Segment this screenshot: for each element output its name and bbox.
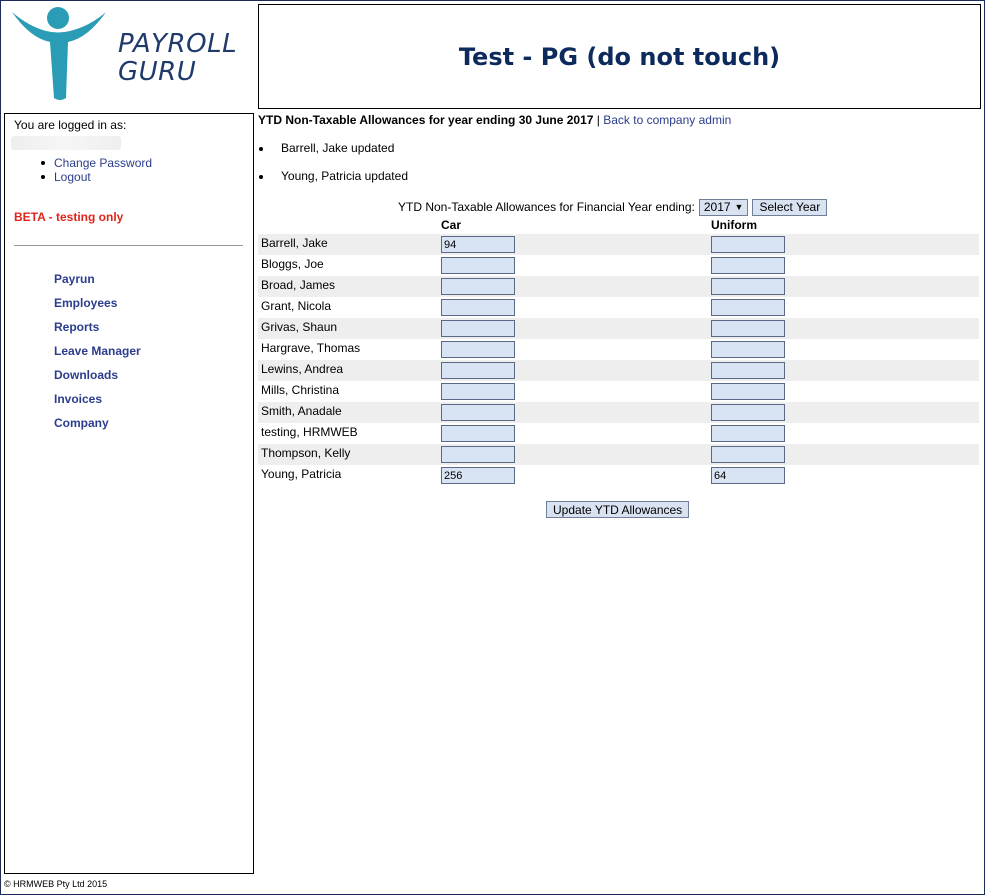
table-row: Lewins, Andrea — [258, 360, 979, 381]
car-input[interactable] — [441, 257, 515, 274]
allowances-table: Barrell, Jake 94 Bloggs, Joe Broad, Jame… — [258, 234, 979, 486]
update-ytd-allowances-button[interactable]: Update YTD Allowances — [546, 501, 690, 518]
car-input[interactable]: 256 — [441, 467, 515, 484]
table-row: Hargrave, Thomas — [258, 339, 979, 360]
year-value: 2017 — [703, 200, 731, 214]
car-input[interactable] — [441, 425, 515, 442]
table-row: Broad, James — [258, 276, 979, 297]
column-header-car: Car — [441, 218, 462, 232]
sidebar-item-leave-manager[interactable]: Leave Manager — [54, 344, 141, 358]
sidebar-divider — [14, 245, 243, 246]
page-heading: YTD Non-Taxable Allowances for year endi… — [258, 113, 731, 127]
page-title: YTD Non-Taxable Allowances for year endi… — [258, 113, 594, 127]
car-input[interactable] — [441, 299, 515, 316]
car-input[interactable] — [441, 362, 515, 379]
employee-name: Lewins, Andrea — [261, 362, 344, 376]
uniform-input[interactable] — [711, 404, 785, 421]
uniform-input[interactable] — [711, 320, 785, 337]
table-row: Smith, Anadale — [258, 402, 979, 423]
table-row: Bloggs, Joe — [258, 255, 979, 276]
table-row: Mills, Christina — [258, 381, 979, 402]
list-item: Logout — [41, 170, 152, 184]
select-year-button[interactable]: Select Year — [752, 198, 828, 216]
car-input[interactable]: 94 — [441, 236, 515, 253]
uniform-input[interactable] — [711, 446, 785, 463]
column-header-uniform: Uniform — [711, 218, 757, 232]
employee-name: Broad, James — [261, 278, 336, 292]
uniform-input[interactable] — [711, 341, 785, 358]
sidebar-item-company[interactable]: Company — [54, 416, 109, 430]
employee-name: Grivas, Shaun — [261, 320, 338, 334]
sidebar-nav: Payrun Employees Reports Leave Manager D… — [54, 271, 141, 439]
employee-name: Barrell, Jake — [261, 236, 328, 250]
list-item: Change Password — [41, 156, 152, 170]
uniform-input[interactable] — [711, 383, 785, 400]
table-row: Grant, Nicola — [258, 297, 979, 318]
logo-line-1: PAYROLL — [118, 29, 238, 59]
uniform-input[interactable] — [711, 257, 785, 274]
table-row: Grivas, Shaun — [258, 318, 979, 339]
car-input[interactable] — [441, 383, 515, 400]
blurred-username — [11, 136, 121, 150]
sidebar: You are logged in as: Change Password Lo… — [4, 113, 254, 874]
table-row: Thompson, Kelly — [258, 444, 979, 465]
employee-name: Bloggs, Joe — [261, 257, 324, 271]
copyright-footer: © HRMWEB Pty Ltd 2015 — [4, 879, 108, 889]
uniform-input[interactable] — [711, 362, 785, 379]
message-item: Young, Patricia updated — [258, 168, 408, 196]
header-banner: Test - PG (do not touch) — [258, 4, 981, 109]
title-separator: | — [593, 113, 604, 127]
dropdown-arrow-icon: ▼ — [734, 202, 744, 212]
uniform-input[interactable] — [711, 299, 785, 316]
company-title: Test - PG (do not touch) — [458, 42, 781, 71]
employee-name: Thompson, Kelly — [261, 446, 351, 460]
sidebar-item-invoices[interactable]: Invoices — [54, 392, 102, 406]
update-messages: Barrell, Jake updated Young, Patricia up… — [258, 140, 408, 196]
logged-in-label: You are logged in as: — [14, 118, 127, 132]
car-input[interactable] — [441, 446, 515, 463]
sidebar-item-downloads[interactable]: Downloads — [54, 368, 118, 382]
back-to-company-admin-link[interactable]: Back to company admin — [603, 113, 731, 127]
employee-name: Hargrave, Thomas — [261, 341, 361, 355]
beta-notice: BETA - testing only — [14, 210, 124, 224]
uniform-input[interactable] — [711, 425, 785, 442]
year-selector-row: YTD Non-Taxable Allowances for Financial… — [398, 198, 828, 216]
car-input[interactable] — [441, 404, 515, 421]
logo-text: PAYROLL GURU — [118, 30, 237, 86]
sidebar-item-reports[interactable]: Reports — [54, 320, 99, 334]
employee-name: Grant, Nicola — [261, 299, 332, 313]
year-select[interactable]: 2017 ▼ — [698, 198, 749, 216]
table-row: testing, HRMWEB — [258, 423, 979, 444]
uniform-input[interactable]: 64 — [711, 467, 785, 484]
year-label: YTD Non-Taxable Allowances for Financial… — [398, 200, 695, 214]
uniform-input[interactable] — [711, 236, 785, 253]
uniform-input[interactable] — [711, 278, 785, 295]
message-item: Barrell, Jake updated — [258, 140, 408, 168]
logout-link[interactable]: Logout — [54, 170, 91, 184]
car-input[interactable] — [441, 320, 515, 337]
employee-name: testing, HRMWEB — [261, 425, 358, 439]
logo-line-2: GURU — [118, 57, 197, 87]
change-password-link[interactable]: Change Password — [54, 156, 152, 170]
update-button-wrap: Update YTD Allowances — [546, 501, 690, 518]
sidebar-item-employees[interactable]: Employees — [54, 296, 117, 310]
car-input[interactable] — [441, 278, 515, 295]
table-row: Barrell, Jake 94 — [258, 234, 979, 255]
table-row: Young, Patricia 256 64 — [258, 465, 979, 486]
logo-figure-icon — [12, 7, 106, 100]
user-links: Change Password Logout — [41, 156, 152, 184]
employee-name: Mills, Christina — [261, 383, 340, 397]
car-input[interactable] — [441, 341, 515, 358]
employee-name: Smith, Anadale — [261, 404, 342, 418]
sidebar-item-payrun[interactable]: Payrun — [54, 272, 95, 286]
employee-name: Young, Patricia — [261, 467, 342, 481]
payroll-guru-logo[interactable]: PAYROLL GURU — [10, 4, 245, 104]
